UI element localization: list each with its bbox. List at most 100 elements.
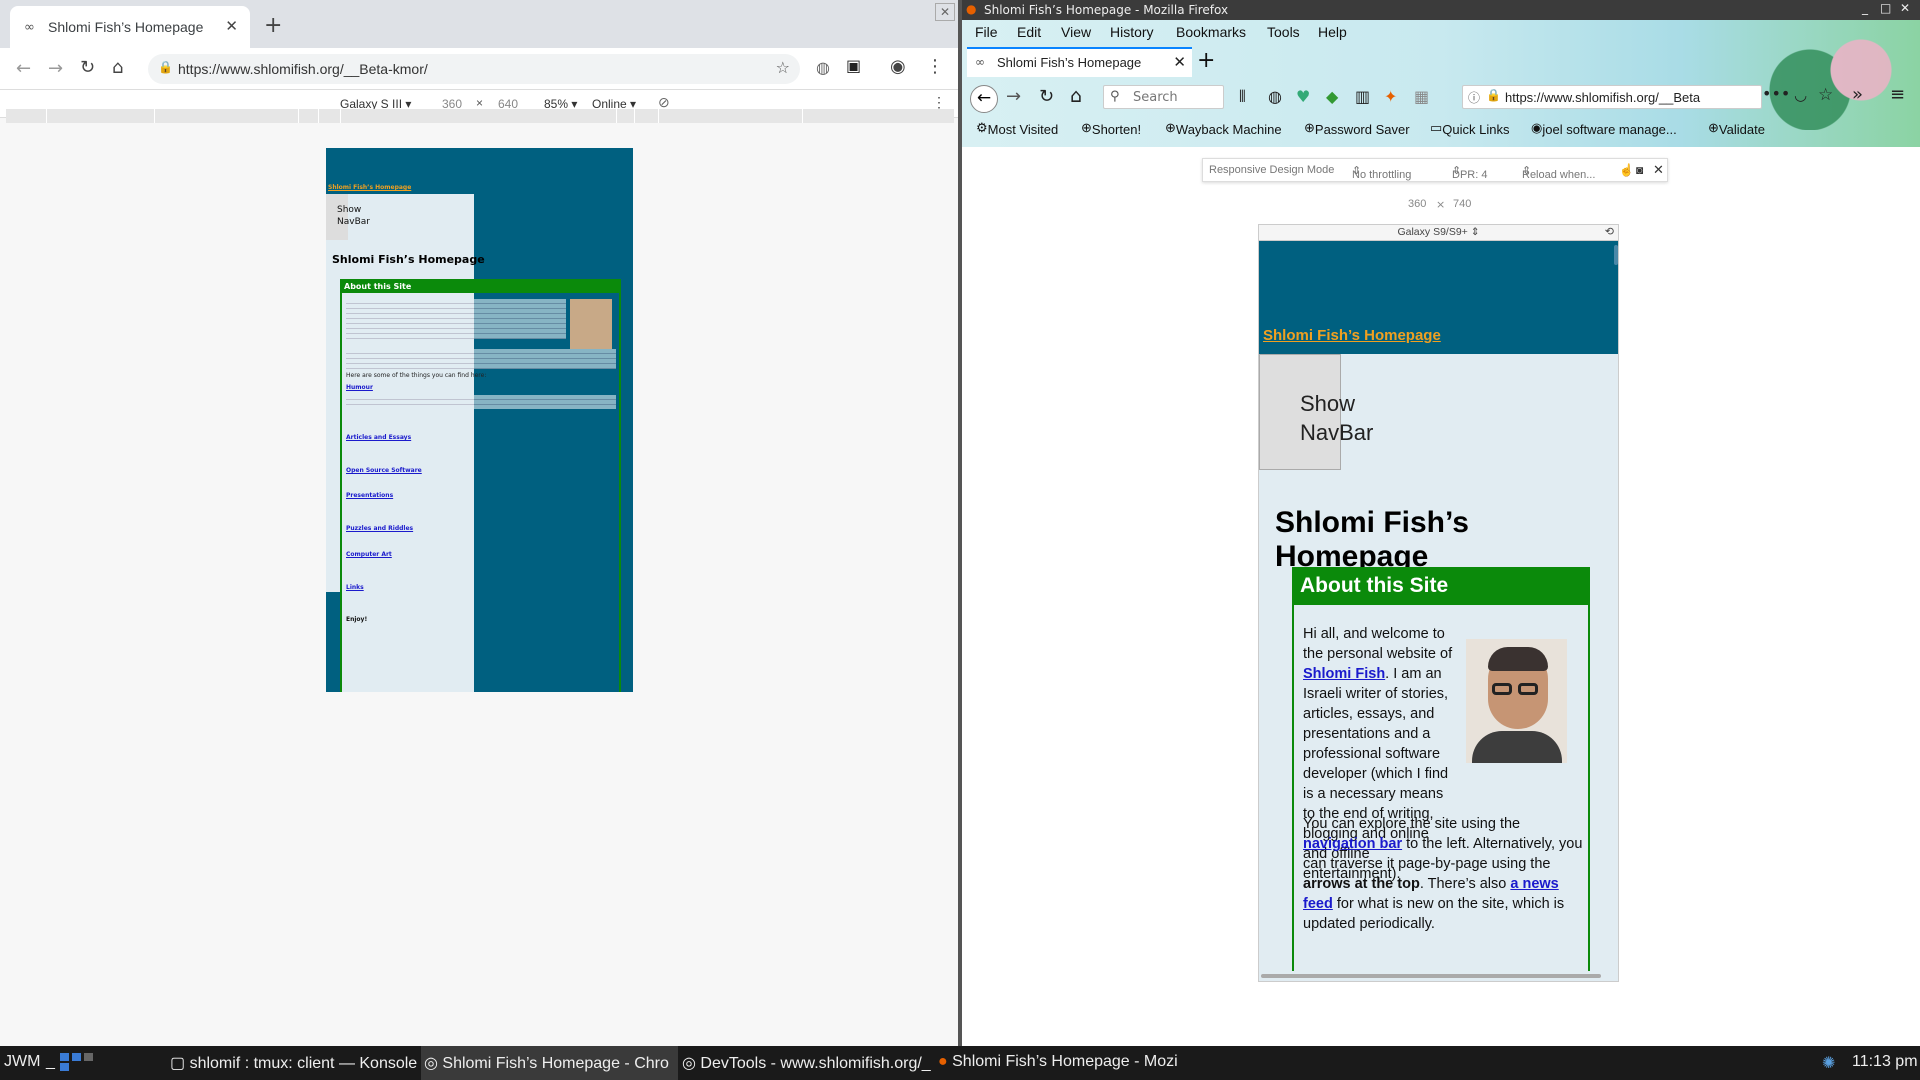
workspace-pager[interactable]	[60, 1051, 96, 1075]
network-tray-icon[interactable]: ✺	[1822, 1053, 1835, 1073]
search-placeholder: Search	[1133, 90, 1178, 105]
bookmark-password-saver[interactable]: ⊕ Password Saver	[1304, 120, 1410, 137]
search-box[interactable]: ⚲ Search	[1103, 85, 1224, 109]
menu-edit[interactable]: Edit	[1017, 24, 1041, 40]
bookmark-wayback[interactable]: ⊕ Wayback Machine	[1165, 120, 1282, 137]
section-art[interactable]: Computer Art	[346, 551, 392, 558]
forward-icon[interactable]: →	[1006, 86, 1021, 107]
new-tab-icon[interactable]: +	[264, 13, 282, 38]
bookmark-star-icon[interactable]: ☆	[776, 58, 790, 77]
media-query-ruler	[6, 109, 954, 123]
site-favicon-icon: ∞	[975, 55, 985, 69]
site-link[interactable]: Shlomi Fish’s Homepage	[1263, 327, 1441, 344]
library-icon[interactable]: ⫴	[1239, 87, 1246, 107]
pocket-icon[interactable]: ◡	[1794, 86, 1807, 104]
maximize-icon[interactable]: □	[1880, 1, 1891, 15]
device-selector[interactable]: Galaxy S9/S9+ ⇕ ⟲	[1258, 224, 1619, 240]
menu-tools[interactable]: Tools	[1267, 24, 1300, 40]
bookmark-joel[interactable]: ◉ joel software manage...	[1531, 120, 1677, 137]
taskbar-item-chrome[interactable]: ◎ Shlomi Fish’s Homepage - Chro	[424, 1053, 669, 1073]
firefox-tab[interactable]: ∞ Shlomi Fish’s Homepage ✕	[967, 47, 1192, 77]
bookmark-validate[interactable]: ⊕ Validate	[1708, 120, 1765, 137]
extension-icon[interactable]: ◍	[1268, 87, 1282, 106]
taskbar-item-devtools[interactable]: ◎ DevTools - www.shlomifish.org/_	[682, 1053, 931, 1073]
rdm-width[interactable]: 360	[1408, 198, 1426, 210]
about-box-title: About this Site	[1294, 569, 1588, 605]
minimize-icon[interactable]: _	[1862, 1, 1868, 15]
menu-bookmarks[interactable]: Bookmarks	[1176, 24, 1246, 40]
wm-minimize-all[interactable]: _	[46, 1053, 55, 1071]
about-box: About this Site Hi all, and welcome to t…	[1292, 567, 1590, 981]
menu-history[interactable]: History	[1110, 24, 1154, 40]
bookmark-shorten[interactable]: ⊕ Shorten!	[1081, 120, 1141, 137]
reload-icon[interactable]: ↻	[80, 57, 95, 78]
section-links[interactable]: Links	[346, 584, 364, 591]
rdm-mode-label: Responsive Design Mode	[1209, 164, 1335, 176]
menu-view[interactable]: View	[1061, 24, 1091, 40]
page-actions-icon[interactable]: •••	[1762, 84, 1790, 103]
taskbar-item-konsole[interactable]: ▢ shlomif : tmux: client — Konsole	[170, 1053, 417, 1073]
rdm-height[interactable]: 740	[1453, 198, 1471, 210]
extension-icon[interactable]: ◆	[1326, 87, 1338, 106]
menu-help[interactable]: Help	[1318, 24, 1347, 40]
back-icon[interactable]: ←	[970, 85, 998, 113]
address-bar[interactable]: 🔒 https://www.shlomifish.org/__Beta-kmor…	[148, 54, 800, 84]
vertical-scrollbar[interactable]	[1614, 245, 1618, 265]
dpr-select[interactable]: DPR: 4 ⇕	[1452, 164, 1487, 181]
workspace-1[interactable]	[60, 1053, 69, 1061]
horizontal-scrollbar[interactable]	[1261, 974, 1601, 978]
extension-icon[interactable]: ♥	[1296, 87, 1310, 106]
reload-conditions-select[interactable]: Reload when... ⇕	[1522, 164, 1595, 181]
bookmark-quick-links[interactable]: ▭ Quick Links	[1430, 120, 1510, 137]
section-puzzles[interactable]: Puzzles and Riddles	[346, 525, 413, 532]
firefox-tab-title: Shlomi Fish’s Homepage	[997, 55, 1142, 70]
extension-badge-icon[interactable]: ▣	[846, 56, 861, 75]
bookmark-most-visited[interactable]: ⚙ Most Visited	[976, 120, 1058, 137]
navigation-bar-link[interactable]: navigation bar	[1303, 836, 1402, 852]
profile-icon[interactable]: ◉	[890, 56, 906, 77]
chrome-menu-icon[interactable]: ⋮	[926, 56, 944, 77]
workspace-2[interactable]	[72, 1053, 81, 1061]
workspace-4[interactable]	[84, 1053, 93, 1061]
section-humour[interactable]: Humour	[346, 384, 373, 391]
reload-icon[interactable]: ↻	[1039, 86, 1054, 107]
overflow-icon[interactable]: »	[1852, 84, 1863, 105]
chrome-tab-title: Shlomi Fish’s Homepage	[48, 19, 204, 35]
home-icon[interactable]: ⌂	[1070, 85, 1082, 107]
rotate-icon[interactable]: ⟲	[1605, 225, 1614, 240]
firefox-titlebar: ● Shlomi Fish’s Homepage - Mozilla Firef…	[962, 0, 1920, 20]
address-bar[interactable]: ⓘ 🔒 https://www.shlomifish.org/__Beta	[1462, 85, 1762, 109]
throttling-select[interactable]: No throttling ⇕	[1352, 164, 1411, 181]
close-tab-icon[interactable]: ✕	[225, 17, 238, 35]
site-link[interactable]: Shlomi Fish’s Homepage	[328, 184, 411, 191]
sidebar-icon[interactable]: ▥	[1355, 87, 1370, 106]
menu-file[interactable]: File	[975, 24, 998, 40]
forward-icon[interactable]: →	[48, 58, 63, 79]
show-navbar-button[interactable]: Show NavBar	[1259, 354, 1373, 470]
screenshot-icon[interactable]: ◙	[1636, 163, 1643, 177]
close-window-icon[interactable]: ✕	[935, 3, 955, 21]
firefox-logo-icon: ●	[966, 2, 977, 16]
new-tab-icon[interactable]: +	[1197, 48, 1215, 73]
extension-icon[interactable]: ◍	[816, 58, 830, 77]
dpr-label: DPR: 4	[1452, 169, 1488, 181]
back-icon[interactable]: ←	[16, 58, 31, 79]
section-presentations[interactable]: Presentations	[346, 492, 393, 499]
wm-menu-button[interactable]: JWM	[4, 1053, 40, 1071]
extension-icon[interactable]: ▦	[1414, 87, 1429, 106]
author-link[interactable]: Shlomi Fish	[1303, 666, 1385, 682]
workspace-3[interactable]	[60, 1063, 69, 1071]
extension-icon[interactable]: ✦	[1384, 87, 1397, 106]
touch-simulation-icon[interactable]: ☝	[1619, 163, 1634, 177]
show-navbar-button[interactable]: Show NavBar	[337, 204, 377, 228]
bookmark-star-icon[interactable]: ☆	[1818, 85, 1833, 105]
section-articles[interactable]: Articles and Essays	[346, 434, 411, 441]
close-rdm-icon[interactable]: ✕	[1653, 162, 1664, 178]
home-icon[interactable]: ⌂	[112, 57, 123, 78]
chrome-tab[interactable]: ∞ Shlomi Fish’s Homepage ✕	[10, 6, 250, 48]
close-tab-icon[interactable]: ✕	[1173, 53, 1186, 71]
section-software[interactable]: Open Source Software	[346, 467, 422, 474]
hamburger-menu-icon[interactable]: ≡	[1890, 84, 1905, 105]
taskbar-item-firefox[interactable]: ● Shlomi Fish’s Homepage - Mozi	[938, 1053, 1178, 1071]
close-icon[interactable]: ✕	[1900, 1, 1910, 15]
